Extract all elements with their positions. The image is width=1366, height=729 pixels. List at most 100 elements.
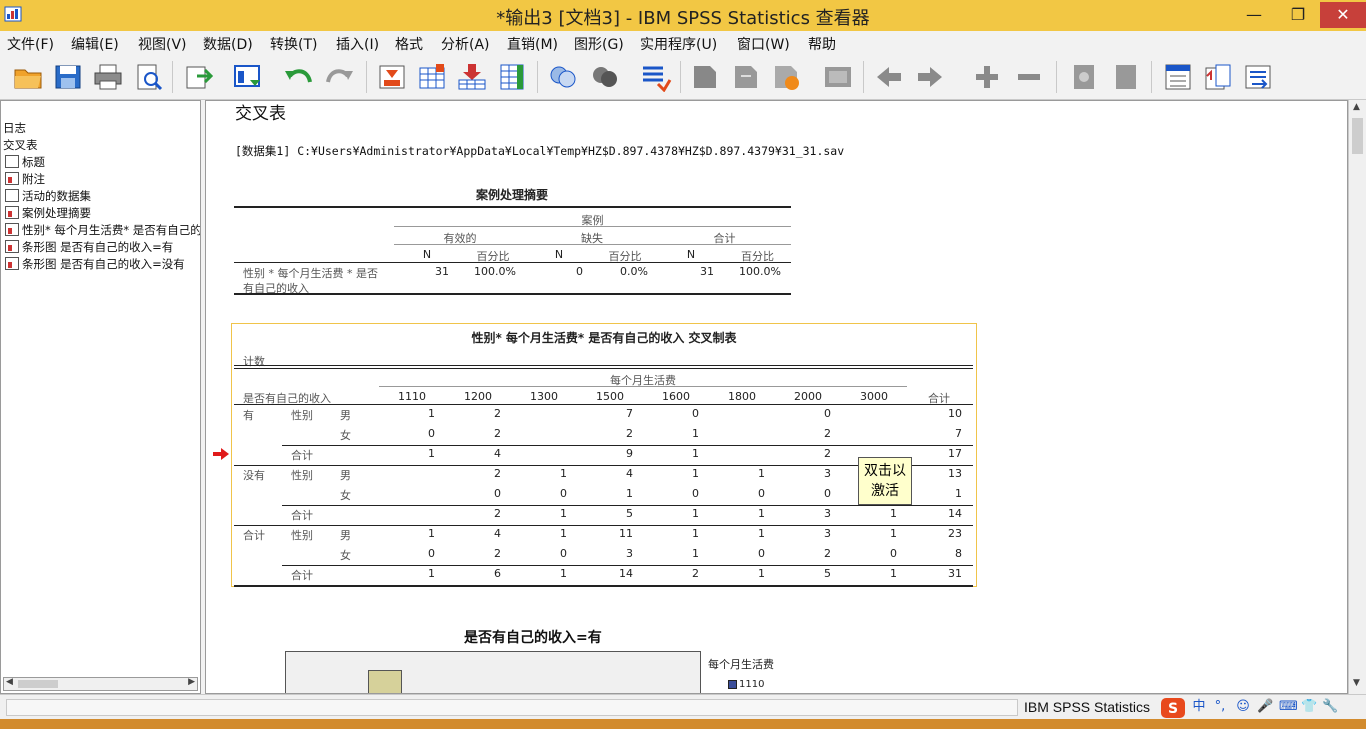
scroll-down-icon[interactable]: ▼ xyxy=(1353,678,1360,688)
scroll-right-icon[interactable]: ▶ xyxy=(188,677,195,687)
open-icon[interactable] xyxy=(12,62,44,92)
variables-icon[interactable] xyxy=(497,62,529,92)
scroll-up-icon[interactable]: ▲ xyxy=(1353,102,1360,112)
menu-insert[interactable]: 插入(I) xyxy=(336,34,379,54)
menu-utilities[interactable]: 实用程序(U) xyxy=(640,34,717,54)
chart-bar xyxy=(368,670,402,693)
nav-item-notes[interactable]: 附注 xyxy=(5,171,45,188)
crosstab-cell: 9 xyxy=(626,447,633,460)
insert-title-icon[interactable] xyxy=(1202,62,1234,92)
nav-item-bar-chart-no[interactable]: 条形图 是否有自己的收入=没有 xyxy=(5,256,185,273)
crosstab-category-label: 女 xyxy=(340,489,351,502)
outline-horizontal-scrollbar[interactable]: ◀ ▶ xyxy=(3,677,198,691)
menu-view[interactable]: 视图(V) xyxy=(138,34,187,54)
crosstab-title: 性别* 每个月生活费* 是否有自己的收入 交叉制表 xyxy=(471,331,737,345)
chart-plot-area[interactable] xyxy=(285,651,701,693)
weight-cases-icon[interactable] xyxy=(589,62,621,92)
nav-item-crosstab-table[interactable]: 性别* 每个月生活费* 是否有自己的收入 xyxy=(5,222,200,239)
ime-settings-icon[interactable]: 🔧 xyxy=(1322,698,1338,716)
nav-item-bar-chart-yes[interactable]: 条形图 是否有自己的收入=有 xyxy=(5,239,173,256)
menu-data[interactable]: 数据(D) xyxy=(203,34,253,54)
spelling-icon[interactable] xyxy=(822,62,854,92)
crosstab-total-cell: 31 xyxy=(948,567,962,580)
ime-punctuation-icon[interactable]: °, xyxy=(1212,698,1228,716)
undo-icon[interactable] xyxy=(282,62,314,92)
table-node-icon xyxy=(5,223,19,236)
crosstab-cell: 3 xyxy=(824,527,831,540)
crosstab-total-cell: 7 xyxy=(955,427,962,440)
nav-item-case-summary[interactable]: 案例处理摘要 xyxy=(5,205,91,222)
crosstab-variable-label: 性别 xyxy=(291,409,313,422)
use-sets-icon[interactable] xyxy=(731,62,763,92)
scroll-thumb[interactable] xyxy=(18,680,58,688)
select-cases-icon[interactable] xyxy=(640,62,672,92)
crosstab-layer-label: 没有 xyxy=(243,469,265,482)
crosstab-cell: 0 xyxy=(758,547,765,560)
collapse-icon[interactable] xyxy=(1013,62,1045,92)
menu-format[interactable]: 格式 xyxy=(395,34,423,54)
goto-variable-icon[interactable] xyxy=(416,62,448,92)
show-icon[interactable] xyxy=(1068,62,1100,92)
save-icon[interactable] xyxy=(52,62,84,92)
redo-icon[interactable] xyxy=(324,62,356,92)
menu-help[interactable]: 帮助 xyxy=(808,34,836,54)
crosstab-cell: 4 xyxy=(494,527,501,540)
crosstab-cell: 1 xyxy=(692,547,699,560)
back-icon[interactable] xyxy=(873,62,905,92)
menu-window[interactable]: 窗口(W) xyxy=(737,34,790,54)
insert-cases-icon[interactable] xyxy=(456,62,488,92)
summary-sub-header: N xyxy=(686,248,696,261)
menu-bar: 文件(F) 编辑(E) 视图(V) 数据(D) 转换(T) 插入(I) 格式 分… xyxy=(0,31,1366,55)
output-vertical-scrollbar[interactable]: ▲ ▼ xyxy=(1348,100,1366,694)
nav-item-log[interactable]: 日志 xyxy=(3,120,26,137)
menu-transform[interactable]: 转换(T) xyxy=(270,34,317,54)
ime-keyboard-icon[interactable]: ⌨ xyxy=(1279,698,1298,716)
crosstab-column-header: 2000 xyxy=(794,390,822,403)
title-node-icon xyxy=(5,155,19,168)
scroll-left-icon[interactable]: ◀ xyxy=(6,677,13,687)
menu-analyze[interactable]: 分析(A) xyxy=(441,34,490,54)
menu-graphs[interactable]: 图形(G) xyxy=(574,34,624,54)
split-file-icon[interactable] xyxy=(547,62,579,92)
output-pane: 交叉表 [数据集1] C:¥Users¥Administrator¥AppDat… xyxy=(205,100,1348,694)
maximize-button[interactable]: ❐ xyxy=(1276,2,1320,28)
activate-tooltip: 双击以 激活 xyxy=(858,457,912,505)
recall-dialog-icon[interactable] xyxy=(232,62,264,92)
value-labels-icon[interactable] xyxy=(690,62,722,92)
ime-voice-icon[interactable]: 🎤 xyxy=(1257,698,1273,716)
ime-skin-icon[interactable]: 👕 xyxy=(1301,698,1317,716)
minimize-button[interactable]: — xyxy=(1232,2,1276,28)
crosstab-count-label: 计数 xyxy=(243,355,265,368)
nav-item-title[interactable]: 标题 xyxy=(5,154,45,171)
export-icon[interactable] xyxy=(183,62,215,92)
ime-chinese-mode-icon[interactable]: 中 xyxy=(1191,698,1207,716)
nav-item-crosstabs[interactable]: 交叉表 xyxy=(3,137,38,154)
ime-emoji-icon[interactable]: ☺ xyxy=(1235,698,1251,716)
insert-heading-icon[interactable] xyxy=(1162,62,1194,92)
menu-file[interactable]: 文件(F) xyxy=(7,34,54,54)
nav-item-label: 条形图 是否有自己的收入=没有 xyxy=(22,257,185,271)
nav-item-label: 活动的数据集 xyxy=(22,189,91,203)
expand-icon[interactable] xyxy=(971,62,1003,92)
crosstab-cell: 0 xyxy=(758,487,765,500)
menu-edit[interactable]: 编辑(E) xyxy=(71,34,119,54)
scroll-thumb[interactable] xyxy=(1352,118,1363,154)
forward-icon[interactable] xyxy=(914,62,946,92)
hide-icon[interactable] xyxy=(1110,62,1142,92)
chart-node-icon xyxy=(5,240,19,253)
print-icon[interactable] xyxy=(92,62,124,92)
nav-item-active-dataset[interactable]: 活动的数据集 xyxy=(5,188,91,205)
menu-direct-marketing[interactable]: 直销(M) xyxy=(507,34,558,54)
sogou-ime-icon[interactable]: S xyxy=(1160,697,1186,719)
show-all-icon[interactable] xyxy=(771,62,803,92)
crosstab-category-label: 男 xyxy=(340,409,351,422)
goto-case-icon[interactable] xyxy=(376,62,408,92)
crosstab-total-cell: 10 xyxy=(948,407,962,420)
summary-sub-header: N xyxy=(554,248,564,261)
crosstab-cell: 1 xyxy=(692,527,699,540)
crosstab-cell: 0 xyxy=(890,547,897,560)
crosstab-cell: 7 xyxy=(626,407,633,420)
print-preview-icon[interactable] xyxy=(133,62,165,92)
insert-text-icon[interactable] xyxy=(1242,62,1274,92)
close-button[interactable]: ✕ xyxy=(1320,2,1366,28)
